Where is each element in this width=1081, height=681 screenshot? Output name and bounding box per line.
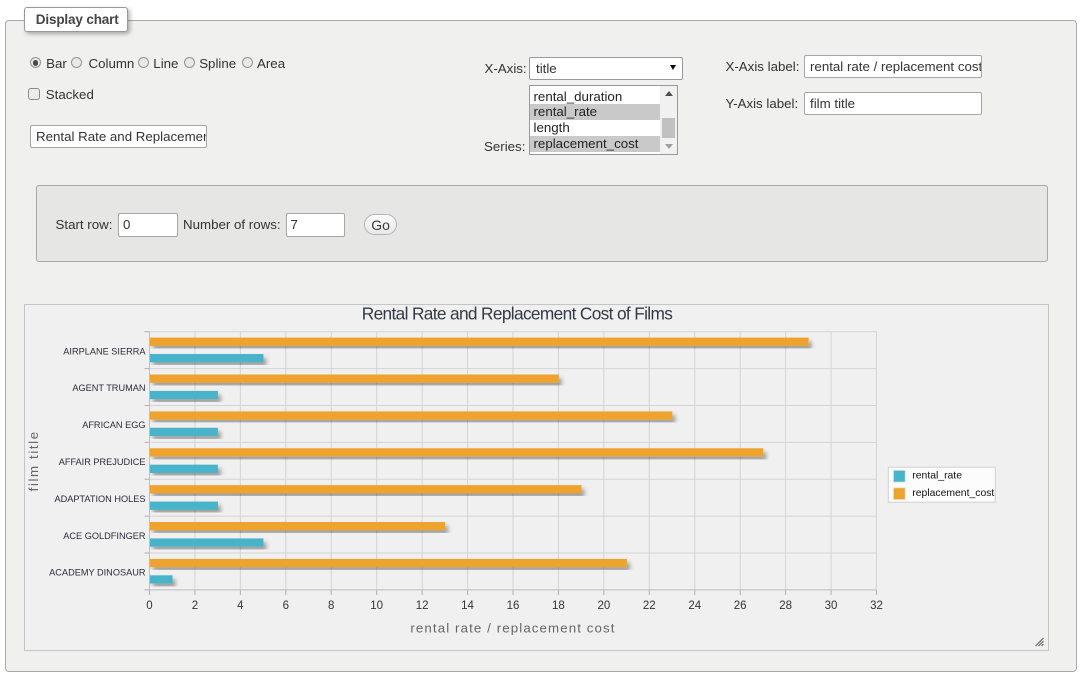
svg-text:Rental Rate and Replacement Co: Rental Rate and Replacement Cost of Film…: [362, 304, 673, 324]
svg-text:28: 28: [779, 600, 792, 612]
svg-text:6: 6: [283, 600, 289, 612]
svg-text:rental_rate: rental_rate: [912, 471, 962, 482]
svg-text:10: 10: [370, 600, 383, 612]
svg-text:20: 20: [597, 600, 610, 612]
svg-text:16: 16: [507, 600, 520, 612]
svg-text:ACE GOLDFINGER: ACE GOLDFINGER: [63, 531, 146, 541]
svg-text:24: 24: [688, 600, 701, 612]
svg-text:14: 14: [461, 600, 474, 612]
svg-text:26: 26: [734, 600, 747, 612]
svg-text:0: 0: [146, 600, 152, 612]
svg-text:8: 8: [328, 600, 334, 612]
svg-text:4: 4: [237, 600, 244, 612]
svg-text:AFFAIR PREJUDICE: AFFAIR PREJUDICE: [59, 457, 146, 467]
svg-text:AFRICAN EGG: AFRICAN EGG: [82, 420, 145, 430]
svg-text:AIRPLANE SIERRA: AIRPLANE SIERRA: [63, 346, 146, 356]
svg-text:ADAPTATION HOLES: ADAPTATION HOLES: [54, 494, 145, 504]
svg-text:ACADEMY DINOSAUR: ACADEMY DINOSAUR: [49, 568, 146, 578]
svg-text:32: 32: [870, 600, 883, 612]
svg-text:12: 12: [416, 600, 429, 612]
svg-text:AGENT TRUMAN: AGENT TRUMAN: [72, 383, 145, 393]
svg-text:2: 2: [192, 600, 198, 612]
svg-text:30: 30: [825, 600, 838, 612]
svg-text:22: 22: [643, 600, 656, 612]
svg-text:film title: film title: [26, 430, 41, 491]
svg-text:replacement_cost: replacement_cost: [912, 488, 994, 499]
svg-text:18: 18: [552, 600, 565, 612]
svg-text:rental rate / replacement cost: rental rate / replacement cost: [410, 621, 615, 636]
